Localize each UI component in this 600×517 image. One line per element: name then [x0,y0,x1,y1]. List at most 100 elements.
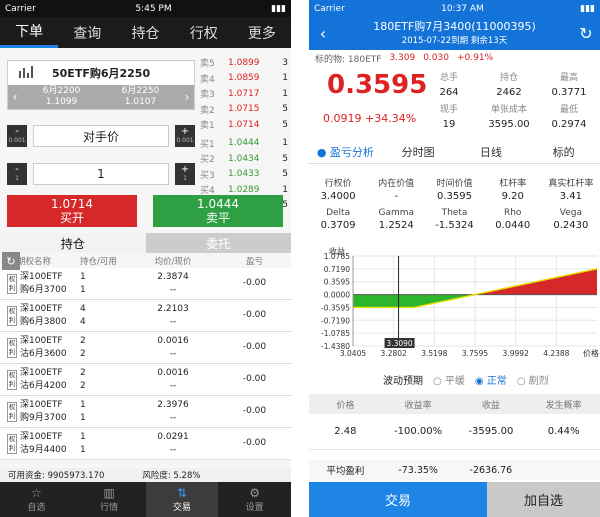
clock: 5:45 PM [135,3,172,14]
tab-order[interactable]: 下单 [0,17,59,48]
star-icon: ☆ [30,486,42,500]
x-tick-label: 3.0405 [340,349,366,358]
nav-watchlist[interactable]: ☆ 自选 [0,482,73,517]
status-bar: Carrier 10:37 AM ▮▮▮ [309,0,600,17]
tab-underlying[interactable]: 标的 [527,140,600,163]
top-tab-bar: 下单 查询 持仓 行权 更多 [0,17,291,48]
table-row[interactable]: 权利 深100ETF 沽6月3600 22 0.0016 -- -0.00 [0,332,291,364]
x-tick-label: 3.2802 [381,349,407,358]
tab-pnl-analysis[interactable]: ● 盈亏分析 [309,140,382,163]
table-row[interactable]: 权利 深100ETF 购6月3700 11 2.3874 -- -0.00 [0,268,291,300]
tab-intraday[interactable]: 分时图 [382,140,455,163]
chart-icon[interactable] [18,65,34,82]
qty-minus-button[interactable]: -1 [7,163,27,185]
price-minus-button[interactable]: -0.001 [7,125,27,147]
trade-screen: Carrier 5:45 PM ▮▮▮ 下单 查询 持仓 行权 更多 50ETF… [0,0,291,517]
analysis-tabs: ● 盈亏分析 分时图 日线 标的 [309,140,600,164]
tab-query[interactable]: 查询 [58,17,116,48]
tab-exercise[interactable]: 行权 [175,17,233,48]
y-tick-label: 0.3595 [324,278,350,287]
x-axis-label: 价格 [583,348,599,358]
vol-option-calm[interactable]: ○ 平缓 [433,372,465,387]
ask-level[interactable]: 卖3 1.0717 1 [200,86,288,102]
table-header: ↻ 期权名称 持仓/可用 均价/现价 盈亏 [0,252,291,270]
expiry-info: 2015-07-22到期 剩余13天 [401,35,508,46]
y-tick-label: -0.3595 [321,303,350,312]
ask-level[interactable]: 卖5 1.0899 3 [200,55,288,71]
refresh-icon[interactable]: ↻ [578,24,594,43]
bid-level[interactable]: 买1 1.0444 1 [200,136,288,152]
bid-level[interactable]: 买3 1.0433 5 [200,167,288,183]
chevron-left-icon[interactable]: ‹ [8,90,22,104]
market-icon: ▥ [103,486,115,500]
clock: 10:37 AM [441,3,484,14]
nav-trade[interactable]: ⇅ 交易 [145,482,219,517]
battery-icon: ▮▮▮ [271,3,286,14]
quantity-control: -1 1 +1 [7,163,195,185]
pnl-chart-svg: 1.07850.71900.35950.0000-0.3595-0.7190-1… [321,246,599,358]
underlying-row: 标的物: 180ETF 3.309 0.030 +0.91% [315,53,494,65]
status-bar: Carrier 5:45 PM ▮▮▮ [0,0,291,17]
price-field[interactable]: 对手价 [33,125,169,147]
tab-holdings[interactable]: 持仓 [0,233,146,253]
contract-name: 50ETF购6月2250 [52,67,151,80]
x-tick-label: 3.5198 [421,349,447,358]
right-tag: 权利 [7,433,17,454]
table-row[interactable]: 权利 深100ETF 沽6月4200 22 0.0016 -- -0.00 [0,364,291,396]
volatility-selector: 波动预期 ○ 平缓 ◉ 正常 ○ 剧烈 [309,370,600,388]
tab-daily[interactable]: 日线 [455,140,528,163]
option-detail-screen: Carrier 10:37 AM ▮▮▮ ‹ 180ETF购7月3400(110… [309,0,600,517]
vol-option-normal[interactable]: ◉ 正常 [475,372,507,387]
average-profit-row: 平均盈利 -73.35% -2636.76 [309,460,600,480]
bottom-nav: ☆ 自选 ▥ 行情 ⇅ 交易 ⚙ 设置 [0,482,291,517]
tab-orders[interactable]: 委托 [145,233,291,253]
bid-level[interactable]: 买2 1.0434 5 [200,151,288,167]
table-row[interactable]: 权利 深100ETF 购6月3800 44 2.2103 -- -0.00 [0,300,291,332]
qty-plus-button[interactable]: +1 [175,163,195,185]
nav-market[interactable]: ▥ 行情 [73,482,146,517]
y-tick-label: 0.7190 [324,265,350,274]
price-control: -0.001 对手价 +0.001 [7,125,195,147]
price-plus-button[interactable]: +0.001 [175,125,195,147]
pnl-chart[interactable]: 1.0785 0.7190 0.3595 0.0000 -0.3595 -0.7190 -1… [309,246,600,364]
option-title: 180ETF购7月3400(11000395) [373,19,536,33]
holdings-tab-bar: 持仓 委托 [0,233,291,253]
table-row: 2.48 -100.00% -3595.00 0.44% [309,414,600,450]
right-tag: 权利 [7,369,17,390]
table-row[interactable]: 权利 深100ETF 购9月3700 11 2.3976 -- -0.00 [0,396,291,428]
sell-close-button[interactable]: 1.0444 卖平 [153,195,283,227]
chevron-right-icon[interactable]: › [180,90,194,104]
add-watchlist-button[interactable]: 加自选 [487,482,600,517]
ask-level[interactable]: 卖1 1.0714 5 [200,117,288,133]
vol-option-volatile[interactable]: ○ 剧烈 [517,372,549,387]
table-row[interactable]: 权利 深100ETF 沽9月4400 11 0.0291 -- -0.00 [0,428,291,460]
table-header: 价格 收益率 收益 发生概率 [309,394,600,414]
ask-level[interactable]: 卖4 1.0859 1 [200,71,288,87]
greeks-grid: 行权价 内在价值 时间价值 杠杆率 真实杠杆率 3.4000-0.3595 9.20 3.41… [320,179,594,231]
tab-more[interactable]: 更多 [233,17,291,48]
battery-icon: ▮▮▮ [580,3,595,14]
y-axis-label: 收益 [329,246,345,256]
prev-contract[interactable]: 6月2200 1.1099 [22,86,101,108]
right-tag: 权利 [7,337,17,358]
nav-settings[interactable]: ⚙ 设置 [218,482,291,517]
risk-ratio: 风险度: 5.28% [142,471,201,481]
ask-level[interactable]: 卖2 1.0715 5 [200,102,288,118]
scenario-table: 价格 收益率 收益 发生概率 2.48 -100.00% -3595.00 0.44% [309,394,600,450]
right-tag: 权利 [7,305,17,326]
x-tick-label: 3.7595 [462,349,488,358]
tab-positions[interactable]: 持仓 [116,17,174,48]
trade-button[interactable]: 交易 [309,482,487,517]
contract-quote-card[interactable]: 50ETF购6月2250 ‹ 6月2200 1.1099 6月2250 1.0107… [7,60,195,110]
volatility-label: 波动预期 [383,375,423,387]
next-contract[interactable]: 6月2250 1.0107 [101,86,180,108]
back-arrow-icon[interactable]: ‹ [315,24,331,43]
cursor-label: 3.3090 [386,339,412,348]
buy-open-button[interactable]: 1.0714 买开 [7,195,137,227]
carrier-label: Carrier [314,3,345,14]
positions-table: ↻ 期权名称 持仓/可用 均价/现价 盈亏 权利 深100ETF 购6月3700 … [0,252,291,460]
right-tag: 权利 [7,273,17,294]
quantity-field[interactable]: 1 [33,163,169,185]
refresh-icon[interactable]: ↻ [2,252,20,270]
x-tick-label: 4.2388 [543,349,569,358]
